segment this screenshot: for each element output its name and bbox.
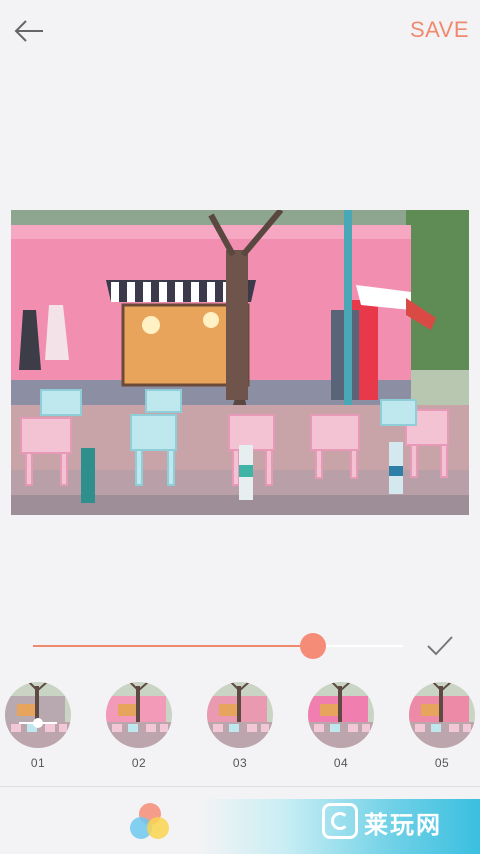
filter-label: 03 bbox=[232, 756, 248, 770]
filter-list: 01 02 03 04 05 bbox=[0, 680, 480, 775]
arrow-left-icon bbox=[14, 20, 43, 42]
slider-thumb[interactable] bbox=[300, 633, 326, 659]
back-button[interactable] bbox=[10, 14, 50, 48]
filter-item[interactable]: 03 bbox=[207, 680, 273, 775]
filter-thumbnail bbox=[409, 682, 475, 748]
filter-item[interactable]: 01 bbox=[5, 680, 71, 775]
watermark-text: 莱玩网 bbox=[364, 811, 442, 839]
confirm-button[interactable] bbox=[424, 632, 456, 660]
bottom-bar: 莱玩网 bbox=[0, 786, 480, 854]
filter-item[interactable]: 02 bbox=[106, 680, 172, 775]
filter-label: 05 bbox=[434, 756, 450, 770]
slider-fill bbox=[33, 645, 313, 647]
filter-item[interactable]: 04 bbox=[308, 680, 374, 775]
filter-thumbnail bbox=[5, 682, 71, 748]
intensity-slider[interactable] bbox=[33, 630, 403, 662]
watermark: 莱玩网 bbox=[322, 803, 468, 839]
filter-item[interactable]: 05 bbox=[409, 680, 475, 775]
save-button[interactable]: SAVE bbox=[410, 17, 469, 43]
photo-preview bbox=[11, 210, 469, 515]
checkmark-icon bbox=[427, 636, 453, 656]
color-palette-icon[interactable] bbox=[130, 803, 170, 843]
watermark-logo-icon bbox=[322, 803, 358, 839]
filter-thumbnail bbox=[308, 682, 374, 748]
filter-label: 02 bbox=[131, 756, 147, 770]
selected-indicator-dot bbox=[33, 718, 43, 728]
filter-thumbnail bbox=[207, 682, 273, 748]
filter-label: 01 bbox=[30, 756, 46, 770]
top-bar: SAVE bbox=[0, 0, 480, 60]
filter-label: 04 bbox=[333, 756, 349, 770]
filter-thumbnail bbox=[106, 682, 172, 748]
